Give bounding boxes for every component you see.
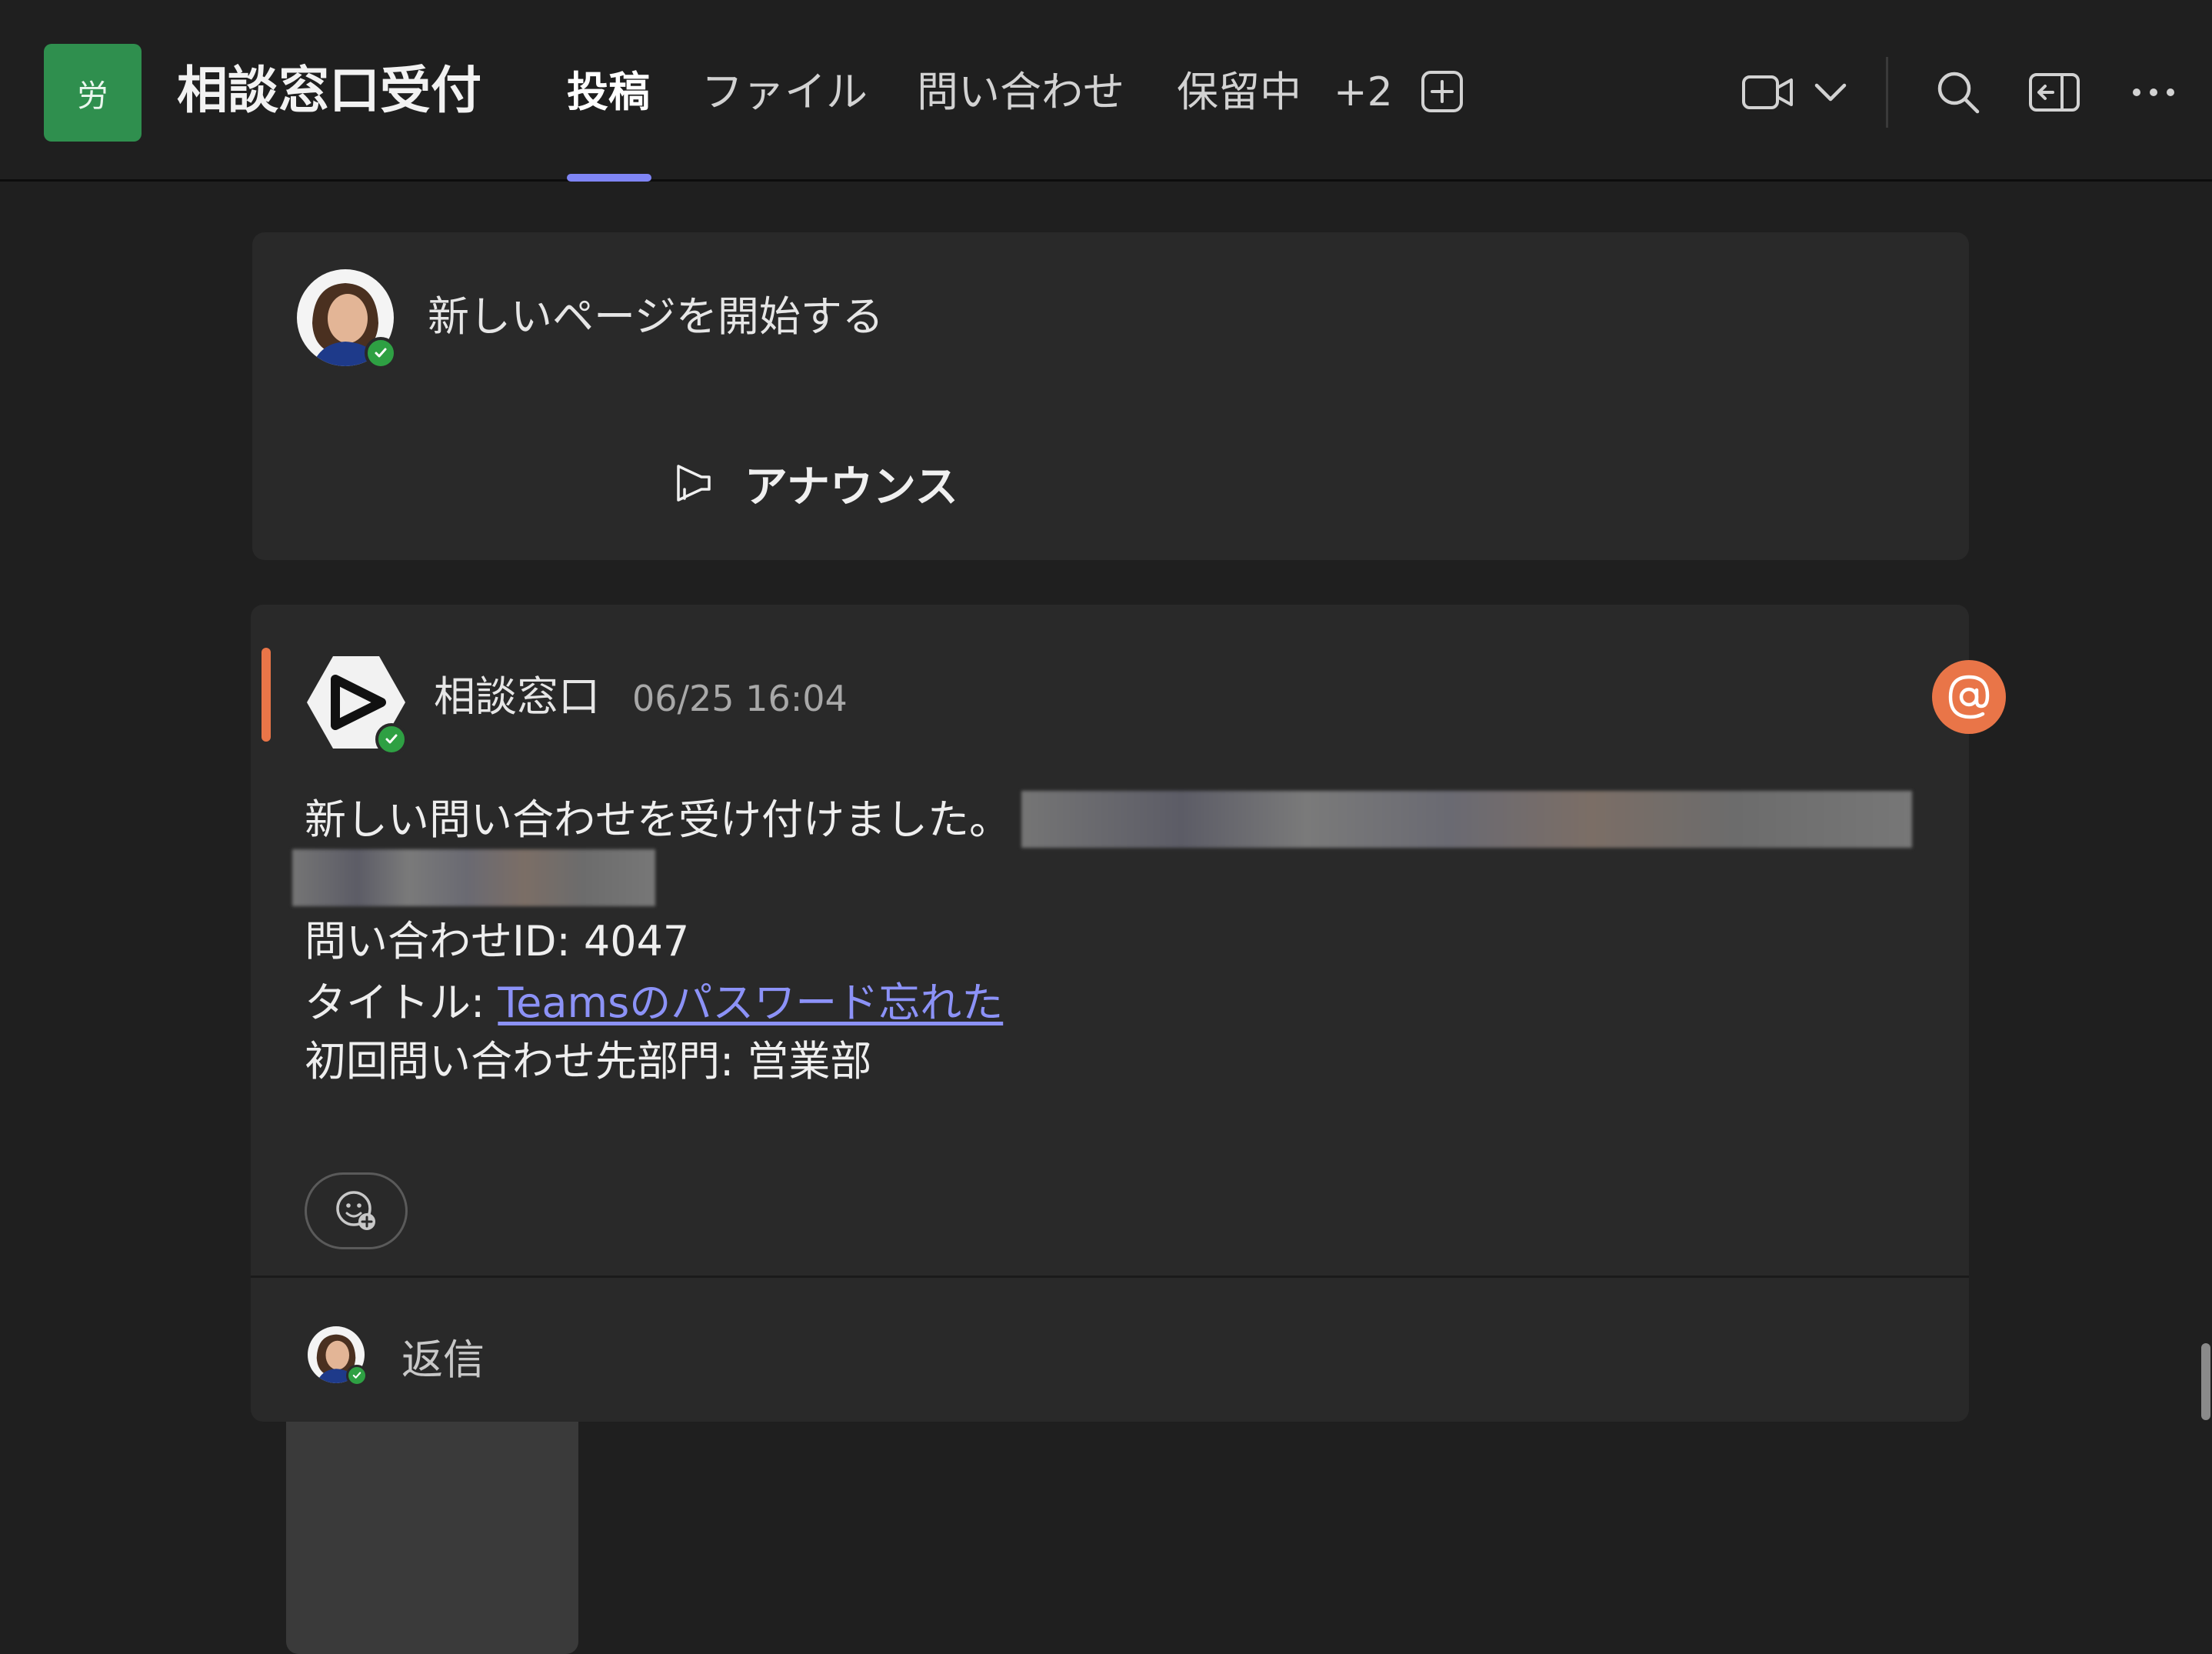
channel-header: 労 相談窓口受付 投稿 ファイル 問い合わせ 保留中 +2	[0, 0, 2212, 182]
tab-posts[interactable]: 投稿	[567, 62, 650, 123]
user-avatar-small	[308, 1326, 368, 1386]
tab-files[interactable]: ファイル	[701, 62, 868, 123]
scrollbar-thumb[interactable]	[2201, 1343, 2210, 1420]
redacted-content	[1021, 791, 1912, 848]
post-line-department: 初回問い合わせ先部門: 営業部	[305, 1037, 872, 1085]
post-line-title: タイトル: Teamsのパスワード忘れた	[305, 972, 1003, 1034]
announcement-type-label: アナウンス	[745, 462, 958, 512]
header-divider	[1886, 57, 1888, 128]
presence-available-icon	[375, 723, 408, 755]
mention-icon	[1932, 660, 2006, 734]
open-panel-icon[interactable]	[2027, 69, 2081, 115]
post-divider	[251, 1276, 1969, 1278]
presence-available-icon	[365, 337, 397, 369]
active-tab-indicator	[567, 174, 651, 182]
redacted-content	[292, 849, 655, 906]
add-reaction-button[interactable]	[305, 1172, 408, 1249]
bot-avatar[interactable]	[306, 652, 408, 755]
post-author[interactable]: 相談窓口	[434, 666, 600, 728]
video-call-icon[interactable]	[1741, 69, 1795, 115]
post-line-intro: 新しい問い合わせを受け付けました。	[305, 795, 1011, 844]
megaphone-icon	[668, 462, 714, 505]
inquiry-title-link[interactable]: Teamsのパスワード忘れた	[498, 979, 1003, 1027]
compose-card[interactable]: 新しいページを開始する 投稿 アナウンス	[252, 232, 1969, 1654]
emoji-add-icon	[336, 1191, 375, 1230]
team-avatar[interactable]: 労	[44, 44, 142, 142]
more-tabs-button[interactable]: +2	[1334, 62, 1393, 123]
mention-accent-bar	[262, 648, 271, 742]
channel-post[interactable]: 相談窓口 06/25 16:04 新しい問い合わせを受け付けました。 問い合わせ…	[251, 605, 1969, 1422]
reply-button[interactable]: 返信	[401, 1329, 485, 1391]
presence-available-icon	[346, 1365, 368, 1386]
search-icon[interactable]	[1934, 68, 1983, 117]
compose-prompt[interactable]: 新しいページを開始する	[428, 286, 884, 348]
title-prefix: タイトル:	[305, 979, 498, 1027]
announcement-type-button[interactable]: アナウンス	[668, 439, 1021, 528]
user-avatar	[297, 269, 397, 369]
channel-title: 相談窓口受付	[177, 61, 481, 120]
post-line-inquiry-id: 問い合わせID: 4047	[305, 917, 690, 965]
post-timestamp: 06/25 16:04	[632, 678, 848, 719]
tab-inquiries[interactable]: 問い合わせ	[917, 62, 1124, 123]
chevron-down-icon[interactable]	[1812, 77, 1849, 108]
add-tab-icon[interactable]	[1418, 68, 1466, 115]
more-options-icon[interactable]	[2127, 77, 2180, 108]
tab-pending[interactable]: 保留中	[1177, 62, 1301, 123]
